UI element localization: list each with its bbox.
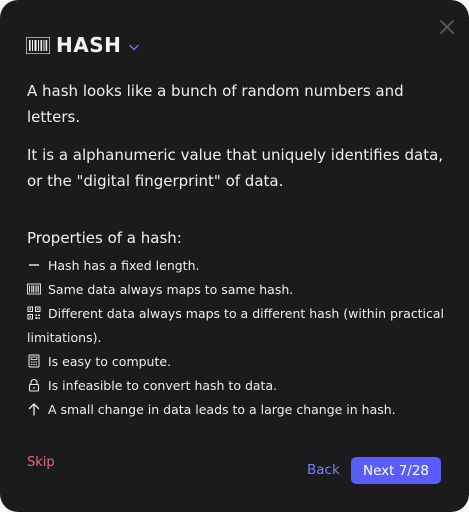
property-item: Same data always maps to same hash.	[27, 278, 447, 302]
chevron-down-icon[interactable]	[129, 44, 140, 51]
property-text: Is easy to compute.	[48, 354, 172, 369]
dialog-header: HASH	[26, 33, 140, 57]
skip-button[interactable]: Skip	[27, 455, 55, 470]
property-item: Hash has a fixed length.	[27, 254, 447, 278]
close-icon[interactable]	[439, 19, 455, 35]
property-item: A small change in data leads to a large …	[27, 398, 447, 422]
property-item: Different data always maps to a differen…	[27, 302, 447, 350]
qr-code-icon	[27, 306, 41, 320]
property-item: Is infeasible to convert hash to data.	[27, 374, 447, 398]
tour-dialog: HASH A hash looks like a bunch of random…	[0, 0, 469, 512]
barcode-icon	[26, 36, 50, 54]
properties-list: Hash has a fixed length. Same data alway…	[27, 254, 447, 422]
next-button[interactable]: Next 7/28	[351, 457, 441, 484]
property-text: A small change in data leads to a large …	[48, 402, 396, 417]
intro-text: A hash looks like a bunch of random numb…	[27, 78, 447, 194]
dash-icon	[29, 264, 39, 266]
back-button[interactable]: Back	[307, 462, 340, 478]
calculator-icon	[28, 354, 40, 368]
barcode-icon	[27, 283, 41, 295]
properties-heading: Properties of a hash:	[27, 229, 182, 247]
arrow-up-icon	[28, 403, 40, 416]
intro-paragraph-2: It is a alphanumeric value that uniquely…	[27, 146, 444, 190]
dialog-title: HASH	[56, 33, 122, 57]
property-item: Is easy to compute.	[27, 350, 447, 374]
property-text: Hash has a fixed length.	[48, 258, 200, 273]
property-text: Same data always maps to same hash.	[48, 282, 294, 297]
property-text: Different data always maps to a differen…	[27, 306, 444, 345]
intro-paragraph-1: A hash looks like a bunch of random numb…	[27, 82, 404, 126]
lock-icon	[28, 379, 40, 392]
property-text: Is infeasible to convert hash to data.	[48, 378, 278, 393]
